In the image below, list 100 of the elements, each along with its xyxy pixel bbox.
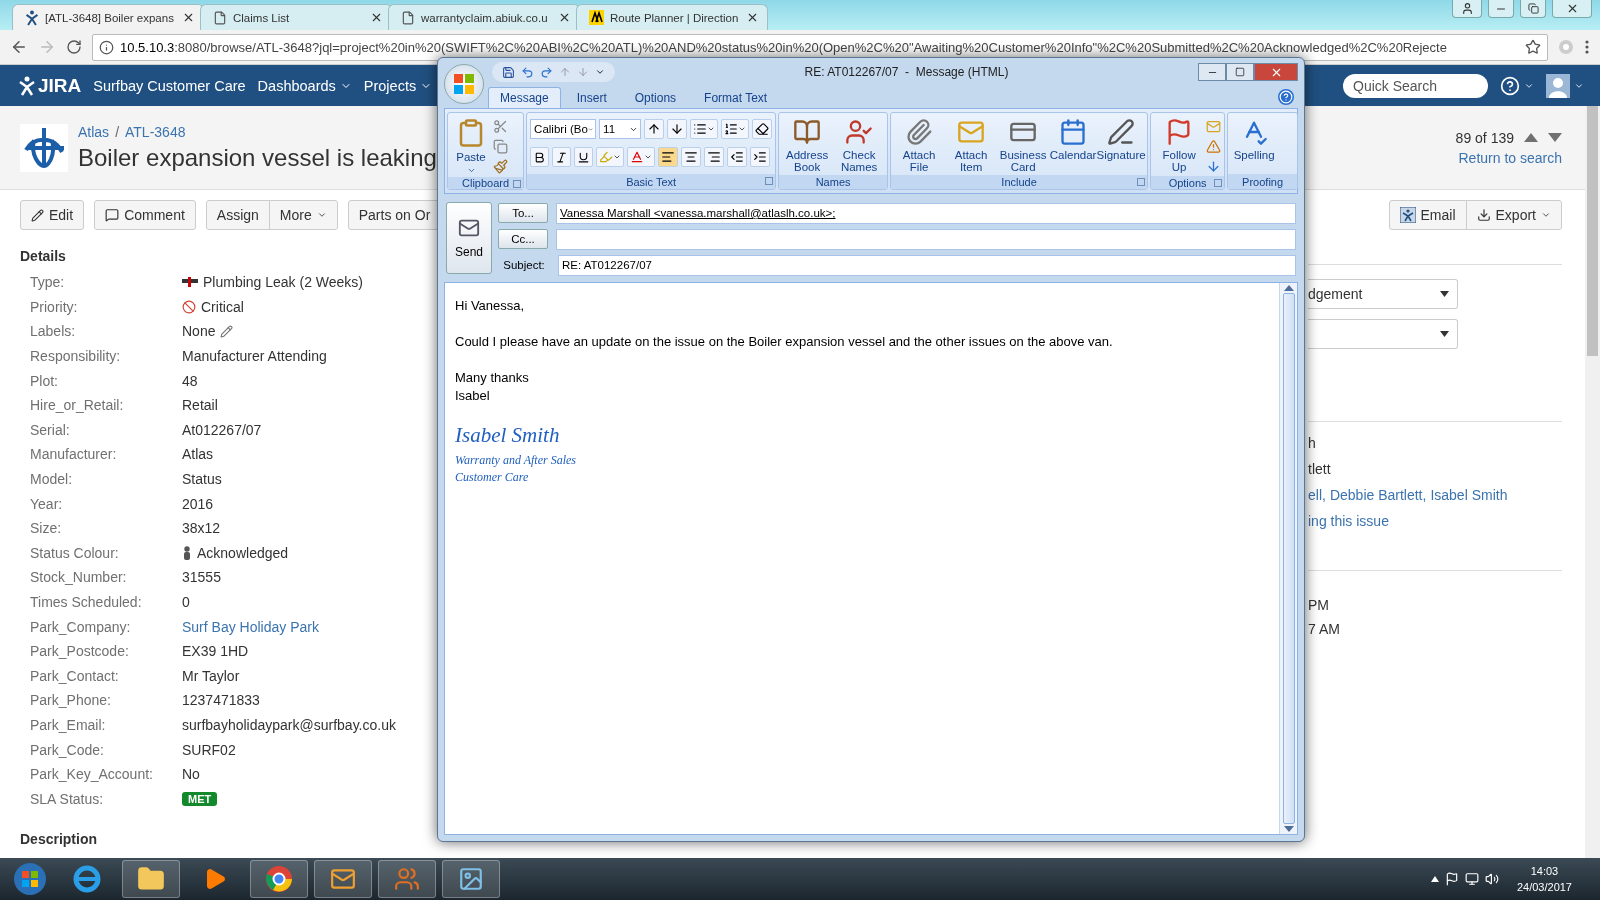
field-value: 1237471833 [182, 692, 260, 709]
jira-logo[interactable]: JIRA [18, 74, 82, 97]
field-label: Park_Postcode: [30, 643, 130, 660]
font-name-field[interactable]: Calibri (Bo [530, 119, 597, 139]
issue-key-link[interactable]: ATL-3648 [125, 123, 186, 140]
attach-file-button[interactable]: Attach File [894, 115, 945, 173]
field-value: 2016 [182, 495, 214, 512]
field-label: Hire_or_Retail: [30, 397, 125, 414]
section-heading: Details [20, 248, 67, 264]
body-paragraph: Many thanks Isabel [455, 369, 530, 405]
to-field[interactable]: Vanessa Marshall <vanessa.marshall@atlaslh.co.uk>; [556, 202, 1296, 224]
field-value: No [182, 766, 200, 783]
browser-tab[interactable]: Claims List [200, 4, 392, 30]
window-title: RE: AT012267/07 - Message (HTML) [803, 65, 1010, 79]
field-value: surfbayholidaypark@surfbay.co.uk [182, 717, 396, 733]
group-label: Clipboard [448, 177, 524, 189]
field-label: Park_Code: [30, 741, 105, 758]
attach-item-button[interactable]: Attach Item [946, 115, 997, 173]
breadcrumb-separator: / [115, 123, 119, 140]
field-value: Acknowledged [197, 544, 289, 561]
paste-button[interactable]: Paste [451, 115, 491, 175]
search-field[interactable]: Quick Search [1343, 73, 1488, 98]
font-size-field[interactable]: 11 [599, 119, 642, 139]
field-label: Year: [30, 495, 64, 512]
field-value: 31555 [182, 569, 221, 586]
field-label: Priority: [30, 298, 79, 315]
person-link[interactable]: Debbie Bartlett, [1329, 487, 1427, 503]
address-book-button[interactable]: Address Book [782, 115, 833, 173]
field-label: Plot: [30, 372, 59, 389]
field-label: Status Colour: [30, 544, 120, 561]
check-names-button[interactable]: Check Names [834, 115, 885, 173]
group-label: Basic Text [527, 174, 776, 189]
field-link[interactable]: Surf Bay Holiday Park [182, 618, 319, 635]
site-title[interactable]: Surfbay Customer Care [93, 77, 246, 94]
field-value: 48 [182, 372, 198, 389]
more-button[interactable]: More [268, 200, 338, 230]
person-link[interactable]: Isabel Smith [1430, 487, 1508, 503]
field-value: Retail [182, 397, 218, 414]
field-value: 38x12 [182, 520, 221, 537]
browser-tab[interactable]: Route Planner | Direction [576, 4, 768, 30]
field-label: Park_Company: [30, 618, 132, 635]
field-value: Manufacturer Attending [182, 348, 327, 365]
calendar-button[interactable]: Calendar [1050, 115, 1097, 161]
ribbon-tab[interactable]: Message [488, 87, 561, 108]
cc-button[interactable]: Cc... [498, 229, 548, 249]
follow-up-button[interactable]: Follow Up [1154, 115, 1205, 173]
field-value: Mr Taylor [182, 667, 240, 684]
field-value: At012267/07 [182, 421, 262, 438]
address-field[interactable]: 10.5.10.3:8080/browse/ATL-3648?jql=project%20in%20(SWIFT%2C%20ABI%2C%20ATL)%20AND%20status%20in%20(Open%2C%20"Awaiting%20Customer%20Info"%2C%20Submitted%2C%20Acknowledged%2C%20Rejecte [92, 33, 1548, 61]
send-button[interactable]: Send [446, 202, 492, 274]
field-label: Times Scheduled: [30, 594, 143, 610]
field-label: Type: [30, 274, 66, 291]
return-link[interactable]: Return to search [1458, 149, 1562, 166]
signature-name: Isabel Smith [455, 423, 560, 448]
field-label: Serial: [30, 421, 71, 438]
section-heading: Description [20, 831, 98, 848]
field-label: Park_Key_Account: [30, 766, 154, 783]
export-button[interactable]: Export [1465, 200, 1562, 230]
assign-button[interactable]: Assign [205, 200, 270, 230]
comment-button[interactable]: Comment [94, 200, 196, 230]
watch-link[interactable]: ing this issue [1308, 513, 1389, 529]
person-name: tlett [1308, 461, 1331, 477]
field-label: Manufacturer: [30, 446, 118, 463]
to-button[interactable]: To... [498, 203, 548, 223]
person-link[interactable]: ell, [1308, 487, 1326, 503]
date-text: PM [1308, 597, 1329, 613]
group-label: Include [891, 175, 1148, 189]
ribbon-tab[interactable]: Insert [564, 87, 619, 108]
nav-menu[interactable]: Dashboards [257, 77, 352, 94]
field-value: Critical [201, 298, 244, 315]
body-paragraph: Hi Vanessa, [455, 297, 526, 315]
signature-line: Customer Care [455, 469, 529, 486]
clock[interactable]: 14:03 24/03/2017 [1516, 863, 1572, 895]
select-field[interactable]: dgement [1308, 279, 1458, 309]
field-label: Model: [30, 471, 74, 488]
field-value: Atlas [182, 446, 214, 463]
field-label: Size: [30, 520, 63, 537]
field-value: None [182, 323, 216, 340]
group-label: Names [779, 175, 888, 189]
field-label: Responsibility: [30, 348, 122, 365]
edit-button[interactable]: Edit [20, 200, 85, 230]
ribbon-tab[interactable]: Options [622, 87, 689, 108]
field-value: Plumbing Leak (2 Weeks) [203, 274, 364, 291]
issue-title: Boiler expansion vessel is leaking [78, 143, 437, 172]
field-value: 0 [182, 594, 190, 610]
subject-field[interactable]: RE: AT012267/07 [558, 254, 1296, 276]
signature-line: Warranty and After Sales [455, 452, 576, 469]
spelling-button[interactable]: Spelling [1231, 115, 1278, 161]
ribbon-tab[interactable]: Format Text [692, 87, 780, 108]
project-link[interactable]: Atlas [78, 123, 110, 140]
nav-menu[interactable]: Projects [363, 77, 433, 94]
field-value: SURF02 [182, 741, 236, 758]
body-paragraph: Could I please have an update on the issue on the Boiler expansion vessel and the other issues on the above van. [455, 333, 1114, 351]
business-card-button[interactable]: Business Card [998, 115, 1049, 173]
field-label: Park_Contact: [30, 667, 120, 684]
email-button[interactable]: Email [1388, 200, 1467, 230]
status-badge: MET [182, 791, 218, 806]
field-label: SLA Status: [30, 790, 105, 807]
person-name: h [1308, 435, 1316, 451]
field-value: EX39 1HD [182, 643, 249, 660]
